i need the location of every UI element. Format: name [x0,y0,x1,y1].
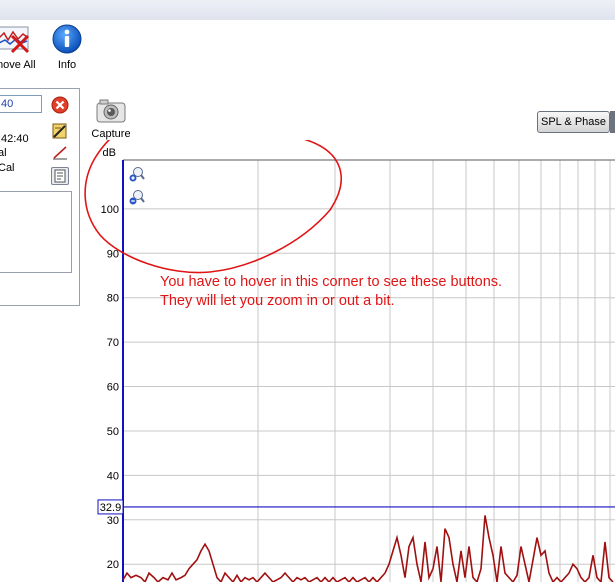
annotation-line-2: They will let you zoom in or out a bit. [160,293,395,309]
spl-chart: dB 1009080706050403020 32.9 [84,140,615,582]
y-tick-80: 80 [107,293,119,305]
zoom-out-icon[interactable] [129,189,145,205]
y-tick-20: 20 [107,559,119,571]
y-axis-label: dB [103,147,116,159]
remove-all-label: move All [0,59,36,71]
info-icon [52,24,82,54]
camera-icon [96,99,126,123]
info-button[interactable]: Info [52,24,82,71]
measurement-name-input[interactable] [0,95,42,113]
next-tab-edge[interactable] [610,111,615,133]
annotation-text: You have to hover in this corner to see … [160,273,580,311]
y-tick-labels: 1009080706050403020 [101,204,119,571]
y-tick-40: 40 [107,470,119,482]
y-tick-50: 50 [107,426,119,438]
zoom-in-icon[interactable] [129,166,145,182]
title-bar [0,0,615,21]
remove-all-button[interactable]: move All [0,24,36,71]
y-tick-100: 100 [101,204,119,216]
toolbar: move All Info [0,20,615,86]
annotation-line-1: You have to hover in this corner to see … [160,274,503,290]
spl-phase-button[interactable]: SPL & Phase [537,111,610,133]
marker-value-label: 32.9 [100,502,121,514]
edit-notes-icon[interactable] [51,122,69,140]
remove-all-icon [0,26,29,54]
y-tick-60: 60 [107,382,119,394]
y-tick-70: 70 [107,337,119,349]
info-label: Info [57,59,77,71]
y-tick-30: 30 [107,515,119,527]
capture-label: Capture [91,128,131,140]
capture-button[interactable]: Capture [90,98,132,140]
delete-icon[interactable] [51,96,69,114]
